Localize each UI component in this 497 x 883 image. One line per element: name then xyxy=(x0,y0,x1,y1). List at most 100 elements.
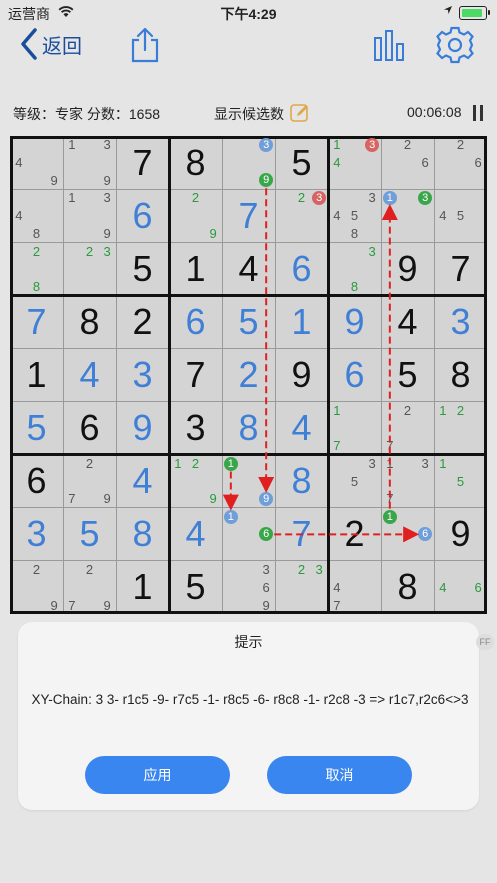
cell-r5c6[interactable]: 9 xyxy=(275,348,328,401)
cancel-button[interactable]: 取消 xyxy=(267,756,412,794)
cell-r5c5[interactable]: 2 xyxy=(222,348,275,401)
cell-r4c6[interactable]: 1 xyxy=(275,295,328,348)
cell-r5c1[interactable]: 1 xyxy=(10,348,63,401)
cell-r3c8[interactable]: 9 xyxy=(381,242,434,295)
cell-r5c2[interactable]: 4 xyxy=(63,348,116,401)
candidate: 8 xyxy=(32,278,41,294)
cell-r7c7[interactable]: 35 xyxy=(328,455,381,508)
candidate: 2 xyxy=(403,402,412,418)
cell-r3c6[interactable]: 6 xyxy=(275,242,328,295)
highlight-marker: 1 xyxy=(382,509,397,524)
cell-r2c7[interactable]: 3 458 xyxy=(328,189,381,242)
cell-r6c7[interactable]: 17 xyxy=(328,402,381,455)
cell-r5c3[interactable]: 3 xyxy=(116,348,169,401)
cell-r4c2[interactable]: 8 xyxy=(63,295,116,348)
cell-r9c5[interactable]: 36 9 xyxy=(222,561,275,614)
cell-r3c2[interactable]: 23 xyxy=(63,242,116,295)
cell-r4c8[interactable]: 4 xyxy=(381,295,434,348)
cell-r6c3[interactable]: 9 xyxy=(116,402,169,455)
cell-r1c1[interactable]: 49 xyxy=(10,136,63,189)
cell-r6c5[interactable]: 8 xyxy=(222,402,275,455)
cell-r2c2[interactable]: 1 3 9 xyxy=(63,189,116,242)
cell-r1c9[interactable]: 26 xyxy=(434,136,487,189)
cell-r3c7[interactable]: 38 xyxy=(328,242,381,295)
cell-r2c4[interactable]: 29 xyxy=(169,189,222,242)
cell-r8c4[interactable]: 4 xyxy=(169,508,222,561)
chevron-left-icon xyxy=(21,28,37,60)
cell-r5c7[interactable]: 6 xyxy=(328,348,381,401)
cell-r3c3[interactable]: 5 xyxy=(116,242,169,295)
cell-r4c3[interactable]: 2 xyxy=(116,295,169,348)
cell-r9c2[interactable]: 2 7 9 xyxy=(63,561,116,614)
cell-r5c8[interactable]: 5 xyxy=(381,348,434,401)
statistics-icon[interactable] xyxy=(372,28,406,62)
cell-r5c9[interactable]: 8 xyxy=(434,348,487,401)
cell-r3c5[interactable]: 4 xyxy=(222,242,275,295)
cell-value: 4 xyxy=(132,460,153,502)
box-line xyxy=(10,293,487,297)
cell-r6c2[interactable]: 6 xyxy=(63,402,116,455)
cell-r1c2[interactable]: 1 3 9 xyxy=(63,136,116,189)
cell-r1c8[interactable]: 26 xyxy=(381,136,434,189)
cell-r1c4[interactable]: 8 xyxy=(169,136,222,189)
candidate: 1 xyxy=(333,137,341,153)
cell-r8c3[interactable]: 8 xyxy=(116,508,169,561)
cell-value: 5 xyxy=(397,353,418,395)
cell-r8c7[interactable]: 2 xyxy=(328,508,381,561)
show-candidates-toggle[interactable]: 显示候选数 xyxy=(214,104,284,124)
pencil-icon[interactable] xyxy=(289,102,311,124)
cell-r7c6[interactable]: 8 xyxy=(275,455,328,508)
highlight-marker: 1 xyxy=(223,456,238,471)
cell-r4c7[interactable]: 9 xyxy=(328,295,381,348)
cell-r6c6[interactable]: 4 xyxy=(275,402,328,455)
cell-r7c4[interactable]: 12 9 xyxy=(169,455,222,508)
cell-r7c9[interactable]: 15 xyxy=(434,455,487,508)
cell-r7c2[interactable]: 2 7 9 xyxy=(63,455,116,508)
cell-r8c9[interactable]: 9 xyxy=(434,508,487,561)
cell-r9c7[interactable]: 47 xyxy=(328,561,381,614)
cell-r8c1[interactable]: 3 xyxy=(10,508,63,561)
cell-r8c6[interactable]: 7 xyxy=(275,508,328,561)
candidate: 3 xyxy=(103,190,111,206)
cell-value: 9 xyxy=(291,353,312,395)
cell-r9c6[interactable]: 23 xyxy=(275,561,328,614)
cell-r3c9[interactable]: 7 xyxy=(434,242,487,295)
cell-r9c9[interactable]: 46 xyxy=(434,561,487,614)
cell-r3c4[interactable]: 1 xyxy=(169,242,222,295)
cell-r2c1[interactable]: 48 xyxy=(10,189,63,242)
cell-r8c2[interactable]: 5 xyxy=(63,508,116,561)
cell-r2c9[interactable]: 45 xyxy=(434,189,487,242)
cell-r6c4[interactable]: 3 xyxy=(169,402,222,455)
cell-r6c8[interactable]: 27 xyxy=(381,402,434,455)
cell-r9c1[interactable]: 29 xyxy=(10,561,63,614)
cell-r1c6[interactable]: 5 xyxy=(275,136,328,189)
cell-r5c4[interactable]: 7 xyxy=(169,348,222,401)
cell-r9c8[interactable]: 8 xyxy=(381,561,434,614)
cell-r2c3[interactable]: 6 xyxy=(116,189,169,242)
cell-r3c1[interactable]: 28 xyxy=(10,242,63,295)
cell-r1c3[interactable]: 7 xyxy=(116,136,169,189)
back-button[interactable]: 返回 xyxy=(20,28,82,60)
cell-r6c1[interactable]: 5 xyxy=(10,402,63,455)
cell-r7c8[interactable]: 3 1 7 xyxy=(381,455,434,508)
pause-button[interactable] xyxy=(472,105,484,121)
apply-button[interactable]: 应用 xyxy=(85,756,230,794)
candidate: 2 xyxy=(297,190,306,206)
cell-r4c5[interactable]: 5 xyxy=(222,295,275,348)
cell-value: 3 xyxy=(450,300,471,342)
share-icon[interactable] xyxy=(128,26,162,64)
cell-r9c3[interactable]: 1 xyxy=(116,561,169,614)
cell-r4c9[interactable]: 3 xyxy=(434,295,487,348)
cell-r2c5[interactable]: 7 xyxy=(222,189,275,242)
highlight-marker: 3 xyxy=(312,190,327,205)
gear-icon[interactable] xyxy=(434,24,476,66)
cell-r4c1[interactable]: 7 xyxy=(10,295,63,348)
cell-r9c4[interactable]: 5 xyxy=(169,561,222,614)
candidate: 9 xyxy=(103,172,111,188)
cell-r4c4[interactable]: 6 xyxy=(169,295,222,348)
cell-r7c1[interactable]: 6 xyxy=(10,455,63,508)
cell-r6c9[interactable]: 12 xyxy=(434,402,487,455)
cell-r7c3[interactable]: 4 xyxy=(116,455,169,508)
candidate: 4 xyxy=(15,208,23,224)
clock: 下午4:29 xyxy=(220,6,277,22)
